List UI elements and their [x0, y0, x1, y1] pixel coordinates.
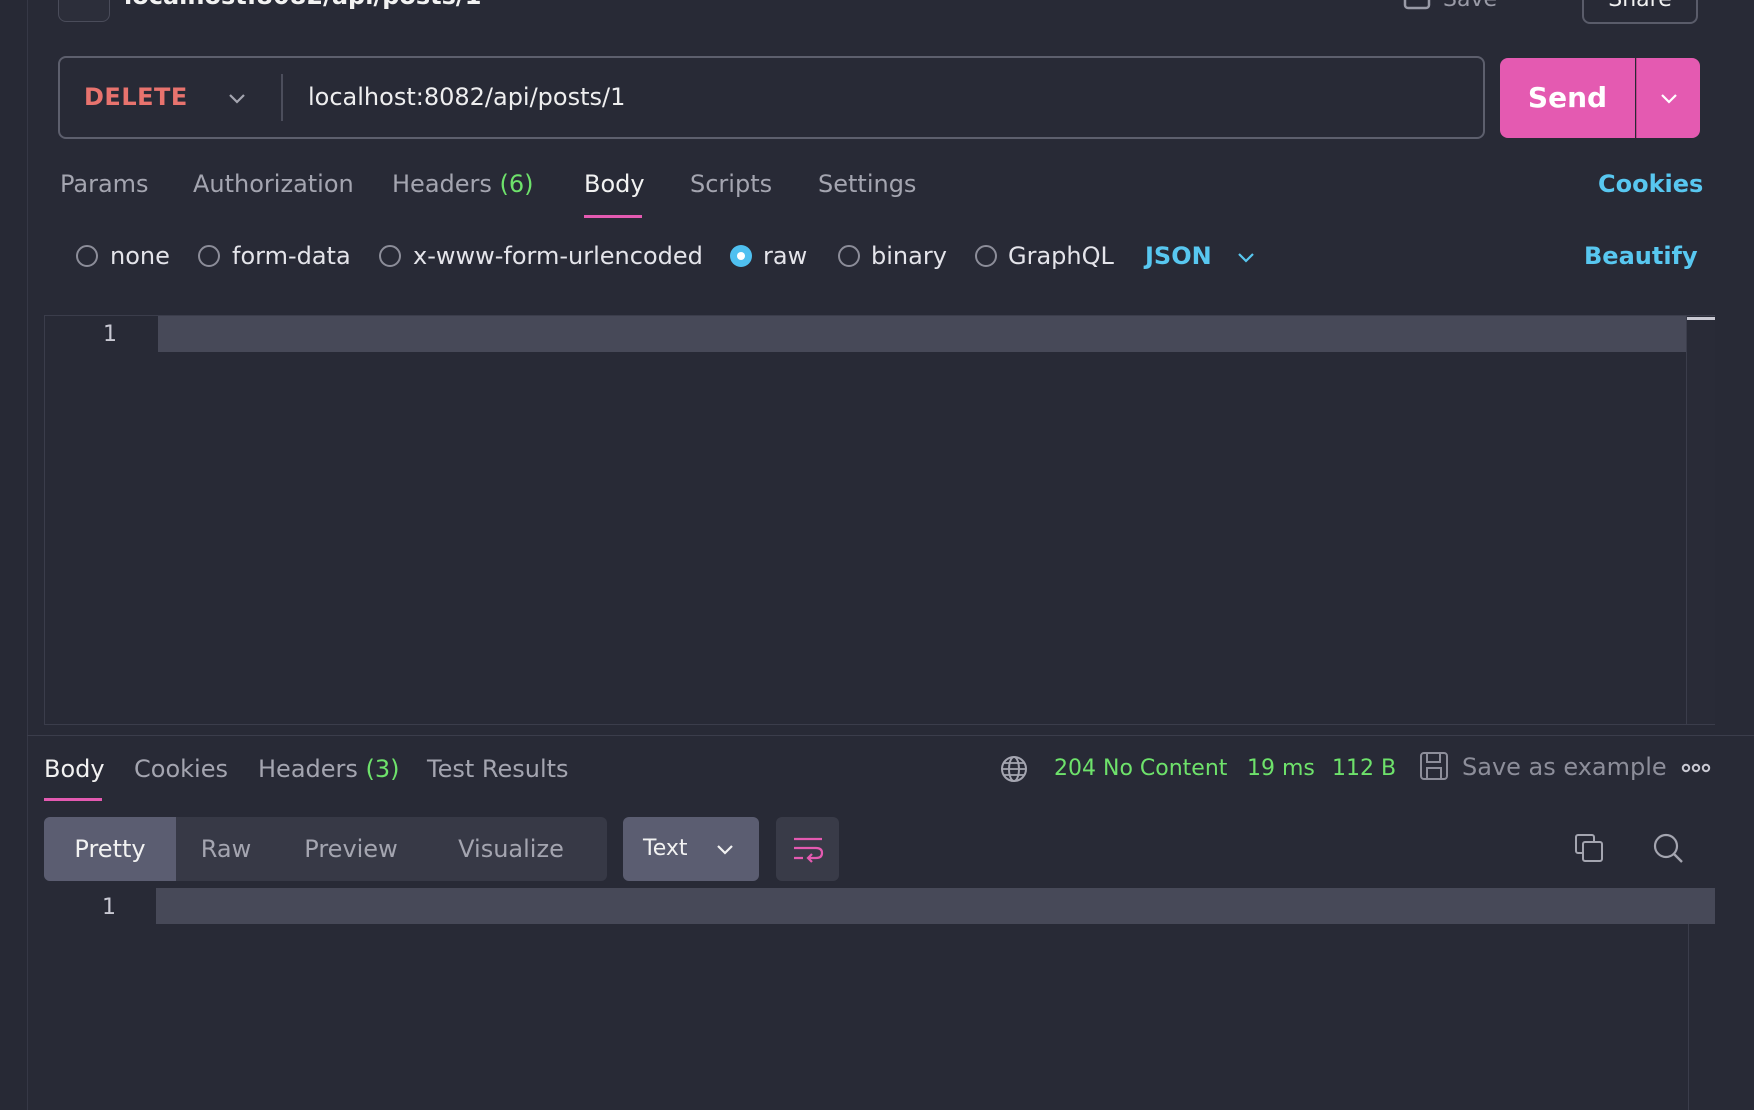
body-format-select[interactable]: JSON: [1145, 242, 1212, 270]
url-divider: [281, 74, 283, 121]
line-number: 1: [103, 322, 117, 347]
response-format-select[interactable]: Text: [623, 817, 759, 881]
send-options-button[interactable]: [1636, 58, 1700, 138]
response-body-viewer[interactable]: 1: [44, 888, 1715, 1110]
radio-label-binary[interactable]: binary: [871, 242, 947, 270]
scrollbar[interactable]: [1686, 316, 1715, 724]
response-tab-body[interactable]: Body: [44, 755, 105, 783]
radio-label-raw[interactable]: raw: [763, 242, 807, 270]
active-tab-indicator: [584, 215, 642, 218]
radio-none[interactable]: [76, 245, 98, 267]
response-time[interactable]: 19 ms: [1247, 756, 1315, 781]
cookies-link[interactable]: Cookies: [1598, 170, 1703, 198]
request-body-editor[interactable]: 1: [44, 315, 1715, 725]
view-mode-group: Pretty Raw Preview Visualize: [44, 817, 607, 881]
scrollbar-thumb[interactable]: [1687, 317, 1715, 320]
url-input[interactable]: localhost:8082/api/posts/1: [308, 58, 625, 137]
share-button[interactable]: Share: [1582, 0, 1698, 24]
search-icon[interactable]: [1652, 832, 1684, 868]
radio-label-urlencoded[interactable]: x-www-form-urlencoded: [413, 242, 703, 270]
radio-label-graphql[interactable]: GraphQL: [1008, 242, 1114, 270]
tab-scripts[interactable]: Scripts: [690, 170, 772, 198]
headers-count: (6): [499, 170, 534, 198]
response-tab-test-results[interactable]: Test Results: [427, 755, 569, 783]
globe-icon[interactable]: [999, 754, 1029, 788]
chevron-down-icon: [1661, 94, 1677, 104]
left-sidebar-edge: [0, 0, 28, 1110]
tab-label: Test Results: [427, 755, 569, 783]
tab-label: Headers: [258, 755, 358, 783]
radio-form-data[interactable]: [198, 245, 220, 267]
tab-settings[interactable]: Settings: [818, 170, 916, 198]
radio-raw[interactable]: [730, 245, 752, 267]
more-icon[interactable]: [1681, 760, 1711, 780]
wrap-lines-icon: [792, 834, 824, 868]
active-line-highlight: [156, 888, 1715, 924]
save-icon[interactable]: [1419, 751, 1449, 785]
save-button[interactable]: Save: [1403, 0, 1497, 16]
pane-divider[interactable]: [27, 735, 1754, 736]
save-label: Save: [1443, 0, 1497, 12]
response-size[interactable]: 112 B: [1332, 756, 1396, 781]
chevron-down-icon: [713, 837, 737, 867]
save-as-example-button[interactable]: Save as example: [1462, 753, 1667, 781]
response-tab-cookies[interactable]: Cookies: [134, 755, 228, 783]
tab-label: Body: [584, 170, 645, 198]
tab-label: Params: [60, 170, 149, 198]
view-raw[interactable]: Raw: [176, 817, 276, 881]
method-select[interactable]: DELETE: [84, 58, 188, 137]
request-icon: [58, 0, 110, 22]
view-visualize[interactable]: Visualize: [426, 817, 596, 881]
radio-graphql[interactable]: [975, 245, 997, 267]
radio-binary[interactable]: [838, 245, 860, 267]
tab-label: Headers: [392, 170, 492, 198]
active-tab-indicator: [44, 798, 102, 801]
tab-label: Settings: [818, 170, 917, 198]
scrollbar-track[interactable]: [1688, 924, 1689, 1110]
radio-label-none[interactable]: none: [110, 242, 170, 270]
tab-label: Authorization: [193, 170, 354, 198]
tab-label: Cookies: [134, 755, 228, 783]
beautify-button[interactable]: Beautify: [1584, 242, 1698, 270]
tab-headers[interactable]: Headers (6): [392, 170, 534, 198]
tab-body[interactable]: Body: [584, 170, 645, 198]
radio-urlencoded[interactable]: [379, 245, 401, 267]
request-title[interactable]: localhost:8082/api/posts/1: [124, 0, 481, 10]
send-button[interactable]: Send: [1500, 58, 1635, 138]
view-preview[interactable]: Preview: [276, 817, 426, 881]
tab-params[interactable]: Params: [60, 170, 149, 198]
format-label: Text: [643, 836, 688, 861]
tab-authorization[interactable]: Authorization: [193, 170, 354, 198]
active-line-highlight: [158, 316, 1686, 352]
radio-label-form-data[interactable]: form-data: [232, 242, 351, 270]
tab-label: Scripts: [690, 170, 773, 198]
chevron-down-icon[interactable]: [1234, 245, 1258, 273]
response-tab-headers[interactable]: Headers (3): [258, 755, 400, 783]
headers-count: (3): [365, 755, 400, 783]
copy-icon[interactable]: [1573, 832, 1605, 868]
wrap-lines-button[interactable]: [776, 817, 839, 881]
save-icon: [1403, 0, 1431, 16]
tab-label: Body: [44, 755, 105, 783]
status-code[interactable]: 204 No Content: [1054, 756, 1227, 781]
chevron-down-icon[interactable]: [225, 86, 249, 110]
view-pretty[interactable]: Pretty: [44, 817, 176, 881]
line-number: 1: [102, 895, 116, 920]
url-bar: DELETE localhost:8082/api/posts/1: [58, 56, 1485, 139]
